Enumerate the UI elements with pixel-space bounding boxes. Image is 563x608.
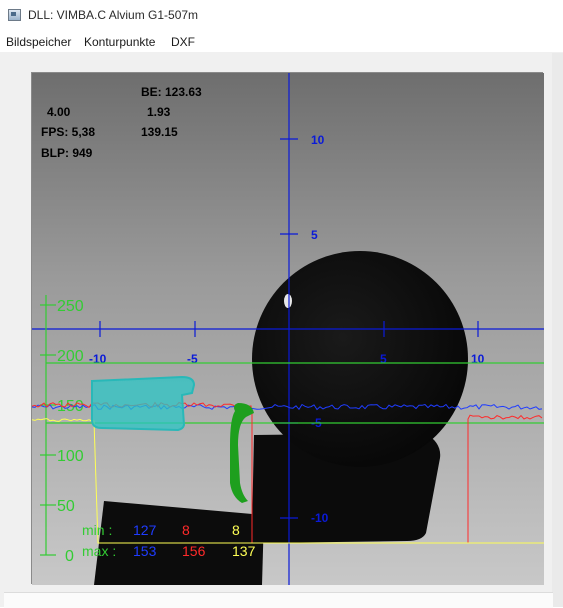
title-bar: DLL: VIMBA.C Alvium G1-507m xyxy=(0,0,563,30)
menu-bildspeicher[interactable]: Bildspeicher xyxy=(6,35,71,49)
x-tick-label-neg10: -10 xyxy=(89,352,107,366)
value-center-readout: 1.93 xyxy=(147,105,171,119)
max-value-yellow: 137 xyxy=(232,543,256,559)
y-tick-label-5: 5 xyxy=(311,228,318,242)
min-value-yellow: 8 xyxy=(232,522,240,538)
camera-app-icon[interactable] xyxy=(8,9,21,21)
menu-dxf[interactable]: DXF xyxy=(171,35,195,49)
value-center2-readout: 139.15 xyxy=(141,125,178,139)
x-tick-label-5: 5 xyxy=(380,352,387,366)
y-tick-label-neg10: -10 xyxy=(311,511,329,525)
x-tick-label-10: 10 xyxy=(471,352,485,366)
vertical-scrollbar[interactable] xyxy=(552,53,563,607)
max-value-red: 156 xyxy=(182,543,206,559)
menu-konturpunkte[interactable]: Konturpunkte xyxy=(84,35,155,49)
max-value-blue: 153 xyxy=(133,543,157,559)
value-left-readout: 4.00 xyxy=(47,105,71,119)
fps-readout: FPS: 5,38 xyxy=(41,125,95,139)
menu-bar: Bildspeicher Konturpunkte DXF xyxy=(0,30,563,53)
be-readout: BE: 123.63 xyxy=(141,85,202,99)
dark-sphere xyxy=(252,251,468,467)
min-value-blue: 127 xyxy=(133,522,157,538)
window-title: DLL: VIMBA.C Alvium G1-507m xyxy=(28,8,199,22)
min-label: min : xyxy=(82,522,112,538)
camera-image-view[interactable]: -10 -5 5 10 10 5 -5 -10 250 200 150 100 xyxy=(31,72,544,585)
camera-image-svg: -10 -5 5 10 10 5 -5 -10 250 200 150 100 xyxy=(32,73,544,585)
sphere-highlight xyxy=(284,294,292,308)
cyan-marker xyxy=(91,375,196,432)
profile-label-50: 50 xyxy=(57,498,75,515)
min-value-red: 8 xyxy=(182,522,190,538)
y-tick-label-10: 10 xyxy=(311,133,325,147)
profile-label-0: 0 xyxy=(65,548,74,565)
x-tick-label-neg5: -5 xyxy=(187,352,198,366)
profile-label-250: 250 xyxy=(57,298,84,315)
profile-label-200: 200 xyxy=(57,348,84,365)
profile-label-100: 100 xyxy=(57,448,84,465)
max-label: max : xyxy=(82,543,116,559)
blp-readout: BLP: 949 xyxy=(41,146,93,160)
bottom-panel xyxy=(4,592,553,608)
